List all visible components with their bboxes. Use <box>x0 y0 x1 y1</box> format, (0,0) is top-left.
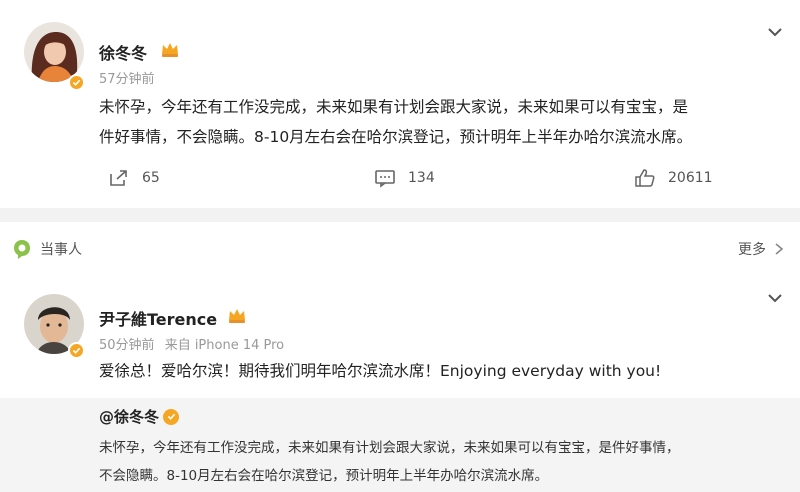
chevron-right-icon <box>775 243 784 255</box>
section-header: 当事人 更多 <box>0 222 800 274</box>
post-text-line2: 件好事情，不会隐瞒。8-10月左右会在哈尔滨登记，预计明年上半年办哈尔滨流水席。 <box>99 128 693 146</box>
post-time: 50分钟前 来自 iPhone 14 Pro <box>99 334 284 353</box>
verified-badge-icon <box>68 74 85 91</box>
quote-text-line1: 未怀孕，今年还有工作没完成，未来如果有计划会跟大家说，未来如果可以有宝宝，是件好… <box>99 440 680 456</box>
more-link[interactable]: 更多 <box>738 239 784 259</box>
action-bar: 65 134 20611 <box>0 168 800 198</box>
repost-button[interactable]: 65 <box>108 168 160 188</box>
separator <box>0 208 800 222</box>
like-count: 20611 <box>668 170 713 186</box>
author-name[interactable]: 徐冬冬 <box>99 40 147 64</box>
post-card-1: 徐冬冬 57分钟前 未怀孕，今年还有工作没完成，未来如果有计划会跟大家说，未来如… <box>0 0 800 208</box>
quote-text-line2: 不会隐瞒。8-10月左右会在哈尔滨登记，预计明年上半年办哈尔滨流水席。 <box>99 468 549 484</box>
post-time: 57分钟前 <box>99 72 155 87</box>
crown-icon <box>162 43 178 57</box>
quote-author[interactable]: @徐冬冬 <box>99 406 180 427</box>
avatar[interactable] <box>24 22 84 82</box>
post-source: 来自 iPhone 14 Pro <box>164 338 285 353</box>
quoted-post[interactable]: @徐冬冬 未怀孕，今年还有工作没完成，未来如果有计划会跟大家说，未来如果可以有宝… <box>0 398 800 492</box>
chevron-down-icon[interactable] <box>766 292 784 304</box>
post-text-line1: 未怀孕，今年还有工作没完成，未来如果有计划会跟大家说，未来如果可以有宝宝，是 <box>99 98 689 116</box>
comment-count: 134 <box>408 170 435 186</box>
repost-count: 65 <box>142 170 160 186</box>
verified-badge-icon <box>68 342 85 359</box>
share-icon <box>110 170 127 186</box>
comment-icon <box>375 170 395 188</box>
crown-icon <box>229 309 245 323</box>
chat-bubble-icon <box>14 240 30 259</box>
like-button[interactable]: 20611 <box>634 168 713 188</box>
author-name[interactable]: 尹子維Terence <box>99 306 217 330</box>
section-label: 当事人 <box>40 242 82 258</box>
comment-button[interactable]: 134 <box>374 168 435 188</box>
post-time-text: 50分钟前 <box>99 338 155 353</box>
verified-badge-icon <box>163 408 180 425</box>
thumbs-up-icon <box>635 169 655 187</box>
more-label: 更多 <box>738 242 766 258</box>
quote-text: 未怀孕，今年还有工作没完成，未来如果有计划会跟大家说，未来如果可以有宝宝，是件好… <box>99 434 779 490</box>
quote-author-name: @徐冬冬 <box>99 408 160 426</box>
post-text: 爱徐总！爱哈尔滨！期待我们明年哈尔滨流水席！Enjoying everyday … <box>99 362 662 380</box>
chevron-down-icon[interactable] <box>766 26 784 38</box>
